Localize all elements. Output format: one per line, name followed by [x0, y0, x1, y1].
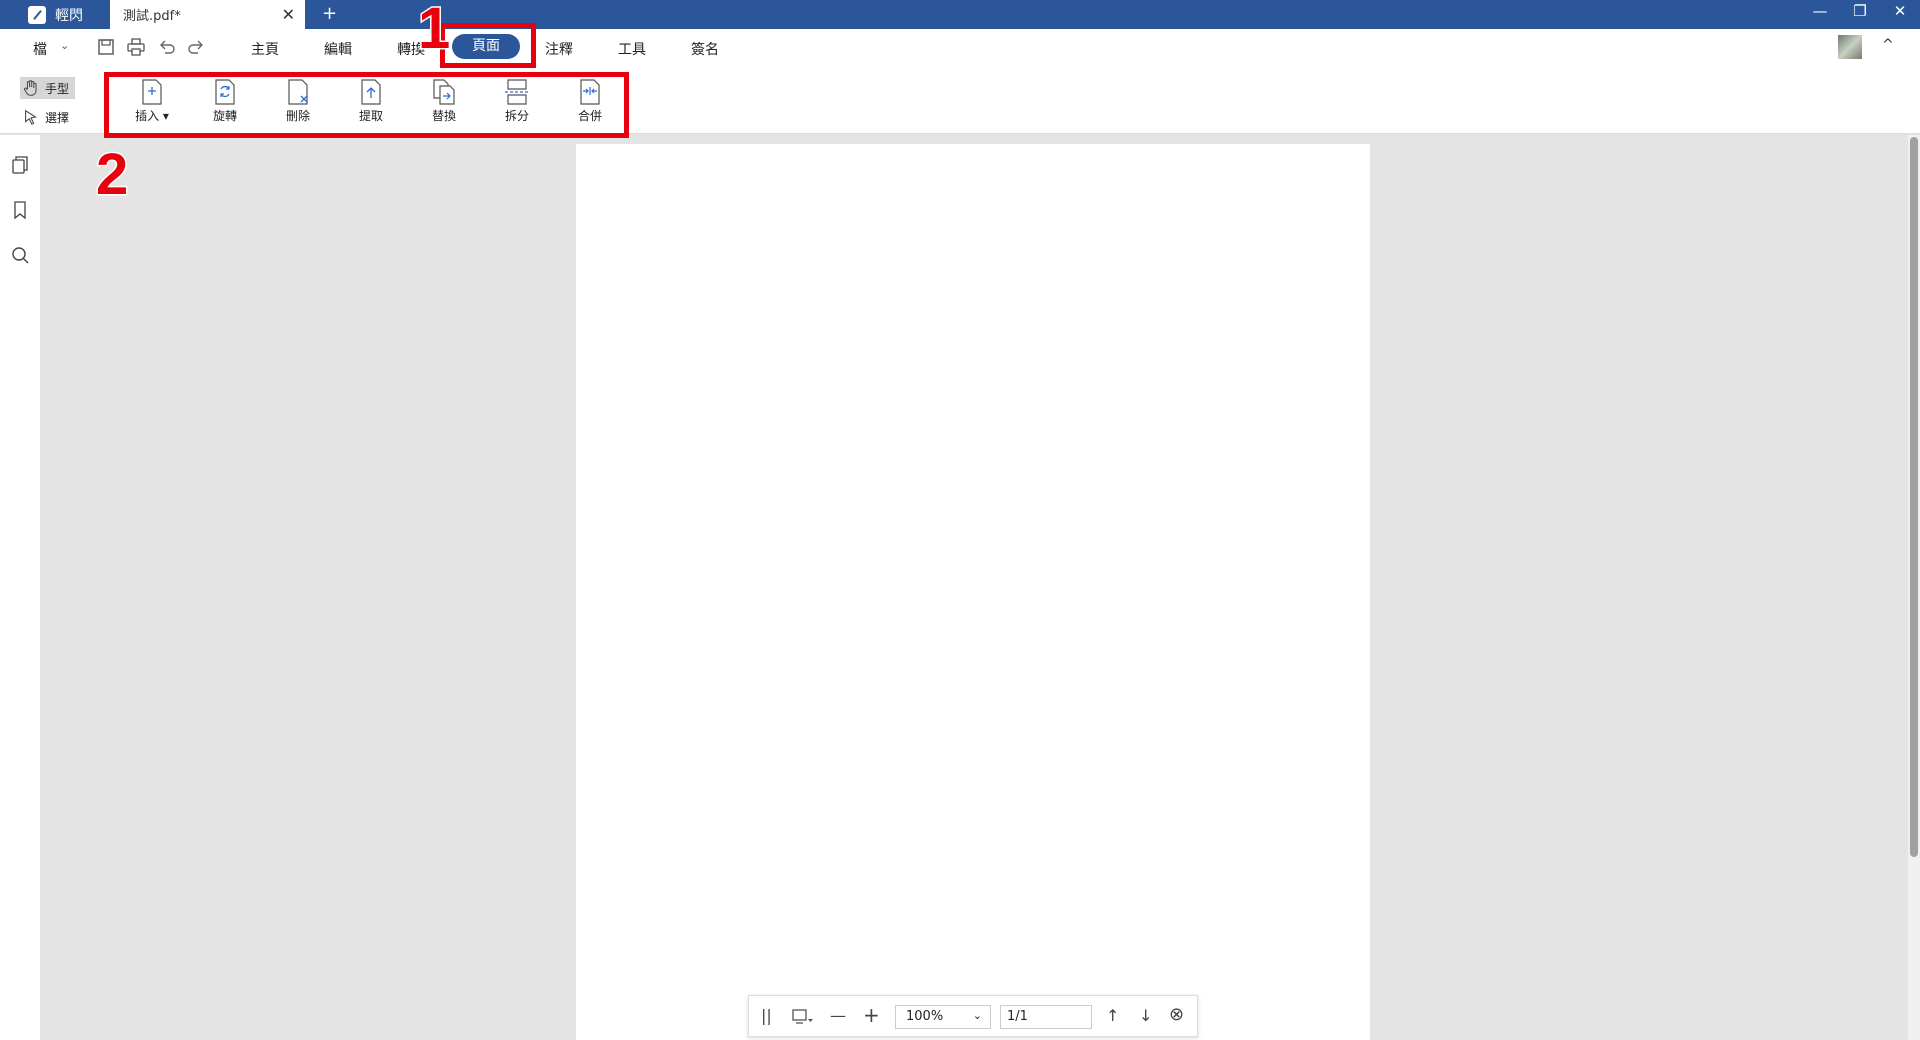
close-zoombar-button[interactable]: ⊗ [1169, 1004, 1184, 1025]
scrollbar-thumb[interactable] [1910, 137, 1918, 857]
chevron-down-icon: ⌄ [972, 1009, 982, 1022]
document-page[interactable] [576, 144, 1370, 1040]
title-bar: 輕閃 測試.pdf* ✕ + — ❐ ✕ [0, 0, 1920, 29]
app-logo-icon [28, 5, 46, 24]
cursor-icon [25, 109, 37, 125]
save-icon[interactable] [96, 37, 116, 57]
annotation-box-2 [104, 72, 629, 138]
zoom-out-button[interactable]: — [830, 1006, 846, 1025]
search-icon[interactable] [10, 245, 30, 265]
zoom-value: 100% [906, 1009, 944, 1024]
page-number-value: 1/1 [1007, 1009, 1028, 1024]
new-tab-button[interactable]: + [322, 3, 337, 24]
hand-icon [24, 80, 37, 96]
pages-icon[interactable] [10, 155, 30, 175]
page-layout-icon[interactable] [791, 1007, 815, 1027]
menu-tools[interactable]: 工具 [618, 39, 646, 59]
vertical-scrollbar[interactable] [1908, 135, 1920, 1040]
close-tab-icon[interactable]: ✕ [282, 5, 295, 24]
undo-icon[interactable] [157, 37, 177, 57]
zoom-in-button[interactable]: + [863, 1003, 880, 1027]
zoom-select[interactable]: 100% ⌄ [895, 1005, 991, 1029]
annotation-number-1: 1 [416, 0, 451, 61]
collapse-ribbon-icon[interactable]: ^ [1882, 37, 1894, 53]
previous-page-button[interactable]: ↑ [1106, 1006, 1119, 1025]
avatar[interactable] [1838, 35, 1862, 59]
close-window-button[interactable]: ✕ [1880, 2, 1920, 20]
file-menu-chevron-icon[interactable]: ⌄ [60, 39, 69, 52]
menu-annotate[interactable]: 注釋 [545, 39, 573, 59]
page-number-input[interactable]: 1/1 [1000, 1005, 1092, 1029]
app-home-tab[interactable]: 輕閃 [0, 0, 110, 29]
annotation-box-1 [440, 23, 536, 68]
app-name: 輕閃 [55, 7, 83, 24]
hand-mode-button[interactable]: 手型 [20, 77, 76, 99]
next-page-button[interactable]: ↓ [1139, 1006, 1152, 1025]
menu-edit[interactable]: 編輯 [324, 39, 352, 59]
hand-mode-label: 手型 [45, 81, 70, 96]
document-tab[interactable]: 測試.pdf* ✕ [110, 0, 305, 29]
select-mode-label: 選擇 [45, 110, 70, 125]
redo-icon[interactable] [186, 37, 206, 57]
file-menu[interactable]: 檔 [33, 39, 47, 59]
menu-home[interactable]: 主頁 [251, 39, 279, 59]
document-tab-label: 測試.pdf* [123, 9, 181, 24]
zoom-toolbar: || — + 100% ⌄ 1/1 ↑ ↓ ⊗ [748, 995, 1198, 1037]
menu-bar: 檔 ⌄ 主頁 編輯 轉換 頁面 注釋 工具 簽名 ^ [0, 29, 1920, 69]
annotation-number-2: 2 [94, 142, 129, 207]
menu-sign[interactable]: 簽名 [691, 39, 719, 59]
minimize-button[interactable]: — [1800, 2, 1840, 20]
left-sidebar [0, 135, 40, 1040]
restore-button[interactable]: ❐ [1840, 2, 1880, 20]
select-mode-button[interactable]: 選擇 [20, 106, 75, 128]
bookmark-icon[interactable] [10, 200, 30, 220]
panel-toggle-icon[interactable]: || [761, 1006, 772, 1025]
print-icon[interactable] [126, 37, 146, 57]
